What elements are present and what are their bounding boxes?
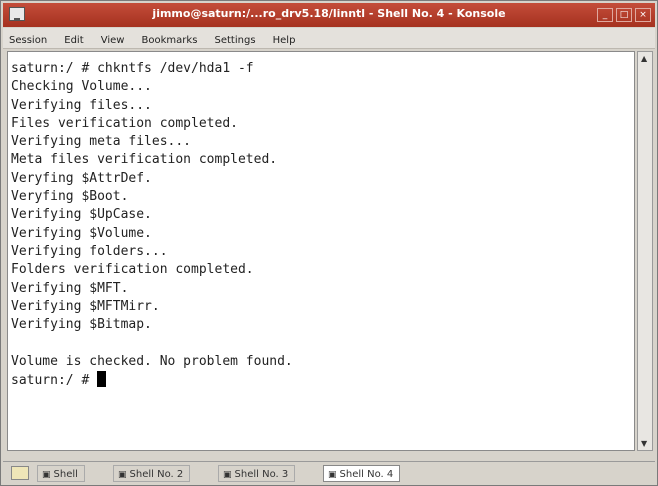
- scroll-up-icon[interactable]: ▲: [641, 54, 647, 63]
- maximize-icon[interactable]: □: [616, 8, 632, 22]
- menu-settings[interactable]: Settings: [209, 32, 262, 49]
- tab-shell[interactable]: ▣ Shell: [37, 465, 85, 482]
- menu-edit[interactable]: Edit: [58, 32, 89, 49]
- tab-label: Shell No. 4: [339, 469, 394, 480]
- menu-bookmarks[interactable]: Bookmarks: [136, 32, 204, 49]
- shell-tab-icon: ▣: [223, 470, 232, 480]
- terminal-line: Files verification completed.: [11, 115, 238, 131]
- terminal-lines: saturn:/ # chkntfs /dev/hda1 -f Checking…: [11, 60, 293, 389]
- window-title: jimmo@saturn:/...ro_drv5.18/linntl - She…: [152, 7, 506, 20]
- shell-tab-icon: ▣: [118, 470, 127, 480]
- tab-bar: ▣ Shell ▣ Shell No. 2 ▣ Shell No. 3 ▣ Shell …: [3, 461, 655, 484]
- terminal-line: Meta files verification completed.: [11, 152, 278, 168]
- menu-help[interactable]: Help: [267, 32, 302, 49]
- close-icon[interactable]: ×: [635, 8, 651, 22]
- shell-tab-icon: ▣: [328, 470, 337, 480]
- menu-bar: Session Edit View Bookmarks Settings Hel…: [3, 28, 655, 49]
- terminal-line: Checking Volume...: [11, 79, 152, 95]
- tab-shell-3[interactable]: ▣ Shell No. 3: [218, 465, 296, 482]
- tab-label: Shell No. 3: [234, 469, 289, 480]
- scroll-down-icon[interactable]: ▼: [641, 439, 647, 448]
- terminal-output[interactable]: saturn:/ # chkntfs /dev/hda1 -f Checking…: [7, 51, 635, 451]
- terminal-line: saturn:/ # chkntfs /dev/hda1 -f: [11, 61, 254, 76]
- menu-session[interactable]: Session: [3, 32, 53, 49]
- prompt-line: saturn:/ #: [11, 371, 293, 389]
- vertical-scrollbar[interactable]: ▲ ▼: [637, 51, 653, 451]
- terminal-line: Veryfing $Boot.: [11, 189, 129, 205]
- tab-shell-4[interactable]: ▣ Shell No. 4: [323, 465, 401, 482]
- terminal-line: Verifying $UpCase.: [11, 207, 152, 223]
- new-session-icon[interactable]: [11, 466, 29, 480]
- shell-tab-icon: ▣: [42, 470, 51, 480]
- tab-label: Shell No. 2: [129, 469, 184, 480]
- menu-view[interactable]: View: [95, 32, 131, 49]
- tab-label: Shell: [53, 469, 78, 480]
- konsole-window: jimmo@saturn:/...ro_drv5.18/linntl - She…: [0, 0, 658, 486]
- terminal-line: Volume is checked. No problem found.: [11, 353, 293, 369]
- terminal-line: Folders verification completed.: [11, 262, 254, 278]
- terminal-line: Veryfing $AttrDef.: [11, 170, 152, 186]
- terminal-line: Verifying meta files...: [11, 134, 192, 150]
- terminal-line: Verifying $Volume.: [11, 225, 152, 241]
- terminal-line: Verifying $MFTMirr.: [11, 298, 160, 314]
- terminal-line: Verifying folders...: [11, 243, 168, 259]
- tab-shell-2[interactable]: ▣ Shell No. 2: [113, 465, 191, 482]
- prompt-text: saturn:/ #: [11, 373, 98, 389]
- text-cursor: [97, 371, 107, 388]
- terminal-line: Verifying files...: [11, 97, 152, 113]
- title-bar[interactable]: jimmo@saturn:/...ro_drv5.18/linntl - She…: [3, 3, 655, 27]
- minimize-icon[interactable]: _: [597, 8, 613, 22]
- terminal-line: Verifying $MFT.: [11, 280, 129, 296]
- terminal-line: Verifying $Bitmap.: [11, 317, 152, 333]
